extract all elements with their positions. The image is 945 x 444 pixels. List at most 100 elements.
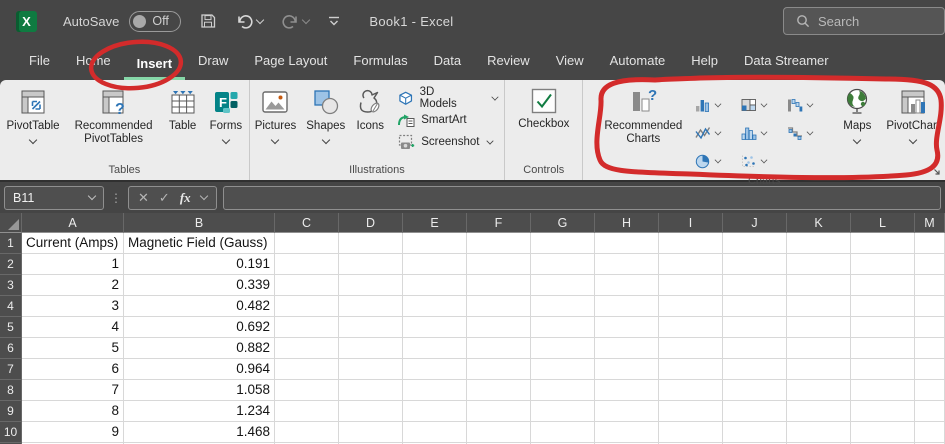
cell-B2[interactable]: 0.191 — [124, 254, 275, 275]
cell-L3[interactable] — [851, 275, 915, 296]
cell-J3[interactable] — [723, 275, 787, 296]
row-header-9[interactable]: 9 — [0, 401, 22, 422]
scatter-chart-button[interactable] — [737, 154, 783, 168]
redo-dropdown-icon[interactable] — [302, 15, 310, 23]
cell-M7[interactable] — [915, 359, 945, 380]
cell-B7[interactable]: 0.964 — [124, 359, 275, 380]
column-header-F[interactable]: F — [467, 213, 531, 233]
cell-I2[interactable] — [659, 254, 723, 275]
undo-dropdown-icon[interactable] — [256, 15, 264, 23]
cell-H1[interactable] — [595, 233, 659, 254]
cell-F7[interactable] — [467, 359, 531, 380]
cell-A9[interactable]: 8 — [22, 401, 124, 422]
cell-D1[interactable] — [339, 233, 403, 254]
cell-G9[interactable] — [531, 401, 595, 422]
cell-F6[interactable] — [467, 338, 531, 359]
cell-B6[interactable]: 0.882 — [124, 338, 275, 359]
statistic-chart-button[interactable] — [737, 126, 783, 140]
cell-D2[interactable] — [339, 254, 403, 275]
checkbox-button[interactable]: Checkbox — [513, 85, 574, 133]
column-header-E[interactable]: E — [403, 213, 467, 233]
cell-H4[interactable] — [595, 296, 659, 317]
cell-F4[interactable] — [467, 296, 531, 317]
cell-B9[interactable]: 1.234 — [124, 401, 275, 422]
cell-K2[interactable] — [787, 254, 851, 275]
cell-J4[interactable] — [723, 296, 787, 317]
cell-B5[interactable]: 0.692 — [124, 317, 275, 338]
cell-I6[interactable] — [659, 338, 723, 359]
cell-A2[interactable]: 1 — [22, 254, 124, 275]
cell-M8[interactable] — [915, 380, 945, 401]
cancel-button[interactable]: ✕ — [138, 190, 149, 206]
name-box-dropdown-icon[interactable] — [88, 192, 96, 200]
smartart-button[interactable]: SmartArt — [398, 111, 498, 129]
cell-C5[interactable] — [275, 317, 339, 338]
cell-E5[interactable] — [403, 317, 467, 338]
tab-data-streamer[interactable]: Data Streamer — [731, 53, 842, 80]
cell-A5[interactable]: 4 — [22, 317, 124, 338]
cell-B1[interactable]: Magnetic Field (Gauss) — [124, 233, 275, 254]
cell-K5[interactable] — [787, 317, 851, 338]
cell-G1[interactable] — [531, 233, 595, 254]
cell-E4[interactable] — [403, 296, 467, 317]
insert-function-button[interactable]: fx — [180, 190, 191, 206]
tab-data[interactable]: Data — [421, 53, 474, 80]
cell-M9[interactable] — [915, 401, 945, 422]
save-button[interactable] — [199, 12, 217, 30]
cell-H6[interactable] — [595, 338, 659, 359]
cell-H7[interactable] — [595, 359, 659, 380]
cell-C3[interactable] — [275, 275, 339, 296]
cell-D6[interactable] — [339, 338, 403, 359]
cell-H9[interactable] — [595, 401, 659, 422]
cell-F3[interactable] — [467, 275, 531, 296]
cell-D8[interactable] — [339, 380, 403, 401]
cell-D3[interactable] — [339, 275, 403, 296]
cell-G4[interactable] — [531, 296, 595, 317]
undo-button[interactable] — [235, 13, 263, 29]
cell-A4[interactable]: 3 — [22, 296, 124, 317]
cell-I7[interactable] — [659, 359, 723, 380]
row-header-4[interactable]: 4 — [0, 296, 22, 317]
cell-I9[interactable] — [659, 401, 723, 422]
tab-file[interactable]: File — [16, 53, 63, 80]
cell-G7[interactable] — [531, 359, 595, 380]
tab-draw[interactable]: Draw — [185, 53, 241, 80]
cell-F2[interactable] — [467, 254, 531, 275]
cell-D9[interactable] — [339, 401, 403, 422]
cell-A10[interactable]: 9 — [22, 422, 124, 443]
fx-dropdown-icon[interactable] — [199, 192, 207, 200]
cell-C6[interactable] — [275, 338, 339, 359]
cell-C10[interactable] — [275, 422, 339, 443]
cell-J6[interactable] — [723, 338, 787, 359]
cell-C8[interactable] — [275, 380, 339, 401]
cell-C2[interactable] — [275, 254, 339, 275]
cell-J5[interactable] — [723, 317, 787, 338]
tab-review[interactable]: Review — [474, 53, 543, 80]
cell-I1[interactable] — [659, 233, 723, 254]
cell-B10[interactable]: 1.468 — [124, 422, 275, 443]
cell-E3[interactable] — [403, 275, 467, 296]
cell-M2[interactable] — [915, 254, 945, 275]
row-header-6[interactable]: 6 — [0, 338, 22, 359]
cell-J2[interactable] — [723, 254, 787, 275]
cell-K7[interactable] — [787, 359, 851, 380]
cell-G8[interactable] — [531, 380, 595, 401]
screenshot-button[interactable]: Screenshot — [398, 133, 498, 151]
cell-K10[interactable] — [787, 422, 851, 443]
cell-D5[interactable] — [339, 317, 403, 338]
redo-button[interactable] — [281, 13, 309, 29]
cell-M1[interactable] — [915, 233, 945, 254]
cell-E8[interactable] — [403, 380, 467, 401]
pivotchart-button[interactable]: PivotChart — [881, 85, 945, 145]
row-header-2[interactable]: 2 — [0, 254, 22, 275]
cell-K4[interactable] — [787, 296, 851, 317]
cell-F5[interactable] — [467, 317, 531, 338]
cell-D7[interactable] — [339, 359, 403, 380]
column-header-A[interactable]: A — [22, 213, 124, 233]
cell-C1[interactable] — [275, 233, 339, 254]
cell-C7[interactable] — [275, 359, 339, 380]
cell-J7[interactable] — [723, 359, 787, 380]
column-header-L[interactable]: L — [851, 213, 915, 233]
select-all-button[interactable] — [0, 213, 22, 233]
cell-E6[interactable] — [403, 338, 467, 359]
